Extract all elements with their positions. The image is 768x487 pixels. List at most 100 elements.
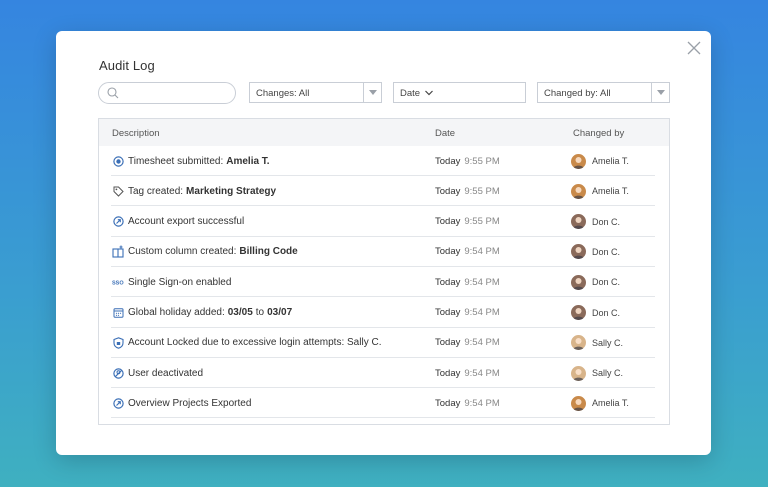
row-description: Custom column created: Billing Code [112, 237, 298, 267]
search-input[interactable] [123, 85, 229, 101]
row-date: Today 9:54 PM [435, 298, 500, 328]
date-day: Today [435, 397, 461, 409]
description-highlight-2: 03/07 [267, 307, 293, 318]
date-time: 9:55 PM [464, 185, 500, 197]
row-description: Tag created: Marketing Strategy [112, 176, 276, 206]
header-date[interactable]: Date [435, 128, 455, 139]
changes-filter-select[interactable]: Changes: All [249, 82, 382, 103]
sso-icon: SSO [112, 276, 124, 288]
changed-by-filter-select[interactable]: Changed by: All [537, 82, 670, 103]
user-name[interactable]: Sally C. [592, 368, 623, 378]
date-time: 9:54 PM [464, 367, 500, 379]
caret-down-icon [369, 90, 377, 95]
table-row[interactable]: Account Locked due to excessive login at… [99, 328, 669, 358]
row-description: User deactivated [112, 358, 203, 388]
description-text: Single Sign-on enabled [128, 276, 232, 288]
table-row[interactable]: User deactivated Today 9:54 PM Sally C. [99, 358, 669, 389]
svg-text:SSO: SSO [112, 281, 124, 287]
user-name[interactable]: Amelia T. [592, 186, 629, 196]
row-changed-by: Amelia T. [571, 176, 629, 206]
header-description[interactable]: Description [112, 128, 160, 139]
user-name[interactable]: Amelia T. [592, 398, 629, 408]
table-row[interactable]: Account export successful Today 9:55 PM … [99, 207, 669, 237]
table-row[interactable]: Overview Projects Exported Today 9:54 PM… [99, 388, 669, 419]
description-connector: to [255, 307, 265, 318]
user-name[interactable]: Don C. [592, 247, 620, 257]
date-day: Today [435, 216, 461, 228]
row-date: Today 9:54 PM [435, 328, 500, 358]
date-day: Today [435, 307, 461, 318]
table-row[interactable]: SSO Single Sign-on enabled Today 9:54 PM… [99, 267, 669, 298]
table-header: Description Date Changed by [99, 119, 669, 146]
date-day: Today [435, 246, 461, 258]
description-text: Account Locked due to excessive login at… [128, 337, 382, 349]
date-day: Today [435, 337, 461, 349]
table-row[interactable]: Timesheet submitted: Amelia T. Today 9:55… [99, 146, 669, 176]
avatar [571, 153, 586, 169]
date-day: Today [435, 185, 461, 197]
date-filter-label: Date [400, 88, 421, 99]
table-row[interactable]: Global holiday added: 03/05 to 03/07 Today … [99, 298, 669, 328]
avatar [571, 335, 586, 351]
chevron-down-icon [425, 90, 433, 96]
date-day: Today [435, 276, 461, 288]
changed-by-filter-label: Changed by: All [544, 88, 611, 99]
description-text: Timesheet submitted: [128, 155, 224, 167]
user-name[interactable]: Don C. [592, 277, 620, 287]
description-text: Account export successful [128, 216, 245, 228]
row-changed-by: Sally C. [571, 358, 623, 388]
user-name[interactable]: Don C. [592, 217, 620, 227]
table-row[interactable]: Custom column created: Billing Code Today… [99, 237, 669, 267]
row-date: Today 9:55 PM [435, 146, 500, 176]
description-text: Tag created: [128, 185, 184, 197]
export-icon [112, 397, 124, 409]
audit-log-table: Description Date Changed by Timesheet su… [98, 118, 670, 425]
avatar [571, 365, 586, 381]
description-text: User deactivated [128, 367, 204, 379]
row-description: SSO Single Sign-on enabled [112, 267, 231, 297]
export-icon [112, 216, 124, 228]
row-description: Overview Projects Exported [112, 388, 251, 418]
date-filter-select[interactable]: Date [393, 82, 526, 103]
avatar [571, 244, 586, 260]
avatar [571, 395, 586, 411]
user-deactivated-icon [112, 367, 124, 379]
search-box[interactable] [98, 82, 236, 104]
tag-icon [112, 185, 124, 197]
date-time: 9:54 PM [464, 246, 500, 258]
changed-by-filter-dropdown[interactable] [651, 83, 669, 102]
shield-icon [112, 337, 124, 349]
avatar [571, 305, 586, 320]
timesheet-icon [112, 155, 124, 167]
date-time: 9:55 PM [464, 155, 500, 167]
user-name[interactable]: Sally C. [592, 338, 623, 348]
avatar [571, 274, 586, 290]
row-date: Today 9:54 PM [435, 237, 500, 267]
row-changed-by: Amelia T. [571, 388, 629, 418]
row-changed-by: Don C. [571, 207, 620, 237]
row-changed-by: Don C. [571, 298, 620, 328]
row-changed-by: Don C. [571, 237, 620, 267]
row-changed-by: Sally C. [571, 328, 623, 358]
row-date: Today 9:54 PM [435, 388, 500, 418]
table-row[interactable]: Tag created: Marketing Strategy Today 9:5… [99, 176, 669, 207]
user-name[interactable]: Amelia T. [592, 156, 629, 166]
date-day: Today [435, 367, 461, 379]
header-changed-by[interactable]: Changed by [573, 128, 624, 139]
description-text: Custom column created: [128, 246, 237, 258]
avatar [571, 214, 586, 230]
description-highlight: 03/05 [227, 307, 253, 318]
row-changed-by: Don C. [571, 267, 620, 297]
caret-down-icon [657, 90, 665, 95]
close-icon[interactable] [685, 39, 703, 57]
audit-log-dialog: Audit Log Changes: All Date Changed by: … [56, 31, 711, 455]
search-icon [107, 87, 119, 99]
description-highlight: Amelia T. [226, 155, 270, 167]
description-text: Overview Projects Exported [128, 397, 252, 409]
date-time: 9:54 PM [464, 397, 500, 409]
changes-filter-dropdown[interactable] [363, 83, 381, 102]
description-text: Global holiday added: [128, 307, 225, 318]
user-name[interactable]: Don C. [592, 308, 620, 318]
row-description: Account export successful [112, 207, 244, 237]
row-description: Global holiday added: 03/05 to 03/07 [112, 298, 292, 328]
